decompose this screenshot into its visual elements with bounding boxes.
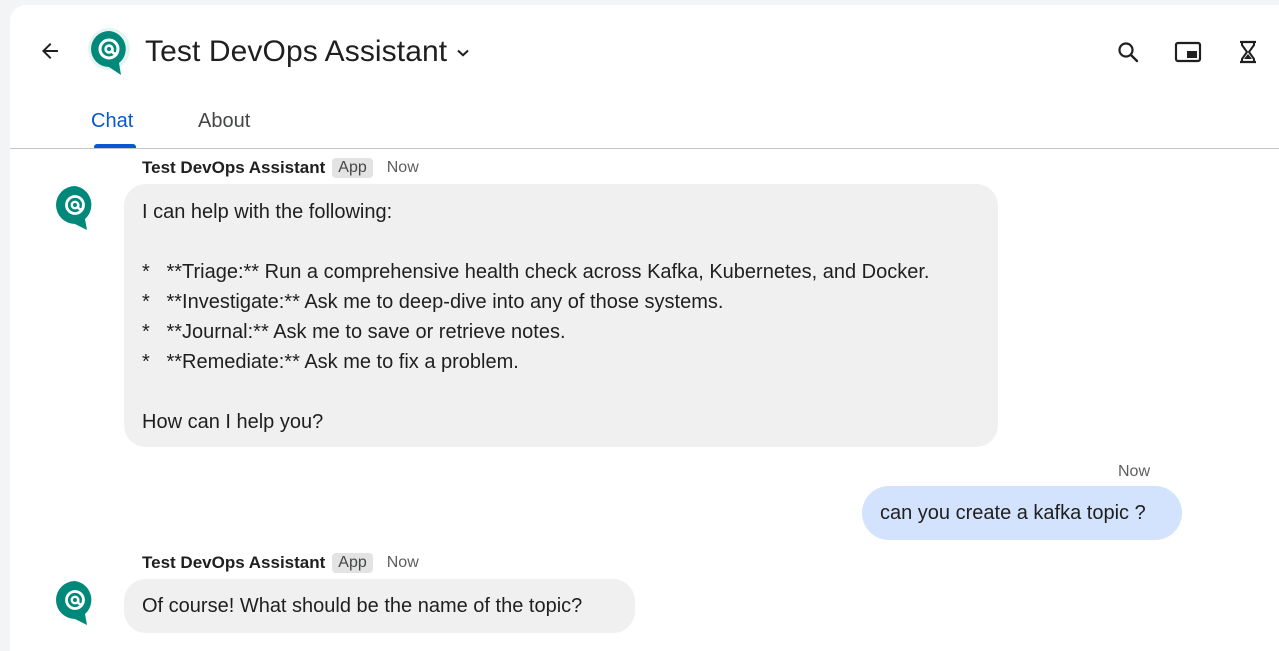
message-header: Test DevOps Assistant App Now [142, 551, 419, 575]
page-title: Test DevOps Assistant [145, 35, 448, 68]
bot-message-bubble: I can help with the following: * **Triag… [124, 184, 998, 447]
chevron-down-icon [457, 49, 469, 57]
tab-chat[interactable]: Chat [91, 110, 133, 133]
message-line: How can I help you? [142, 411, 324, 433]
bot-avatar-icon[interactable] [55, 185, 95, 231]
app-badge: App [332, 553, 373, 573]
active-tab-indicator [94, 144, 136, 148]
message-time: Now [1118, 463, 1151, 480]
message-text: Of course! What should be the name of th… [142, 595, 583, 617]
app-badge: App [332, 158, 373, 178]
hourglass-icon [1240, 40, 1256, 64]
tab-bar: Chat About [10, 100, 1279, 149]
space-title-button[interactable]: Test DevOps Assistant [145, 32, 469, 72]
bot-message-bubble: Of course! What should be the name of th… [124, 579, 635, 633]
chat-at-logo-icon [88, 28, 130, 75]
message-time: Now [386, 554, 419, 571]
sender-name: Test DevOps Assistant [142, 553, 326, 572]
user-message-bubble: can you create a kafka topic ? [862, 486, 1182, 540]
search-icon [1118, 42, 1139, 63]
pop-out-button[interactable] [1172, 36, 1204, 68]
message-line: * **Triage:** Run a comprehensive health… [142, 261, 930, 283]
chat-window: Test DevOps Assistant Chat About Test De… [10, 5, 1279, 651]
message-line: * **Journal:** Ask me to save or retriev… [142, 321, 566, 343]
message-line: I can help with the following: [142, 201, 393, 223]
bot-avatar-icon[interactable] [55, 580, 95, 626]
message-header: Test DevOps Assistant App Now [142, 156, 419, 180]
search-button[interactable] [1112, 36, 1144, 68]
picture-in-picture-icon [1174, 41, 1202, 63]
message-line: * **Investigate:** Ask me to deep-dive i… [142, 291, 724, 313]
message-time: Now [386, 159, 419, 176]
back-arrow-icon [42, 43, 58, 59]
header: Test DevOps Assistant [10, 5, 1279, 100]
message-line: * **Remediate:** Ask me to fix a problem… [142, 351, 519, 373]
timer-button[interactable] [1232, 36, 1264, 68]
sender-name: Test DevOps Assistant [142, 158, 326, 177]
back-button[interactable] [34, 35, 66, 67]
tab-about[interactable]: About [198, 110, 250, 133]
